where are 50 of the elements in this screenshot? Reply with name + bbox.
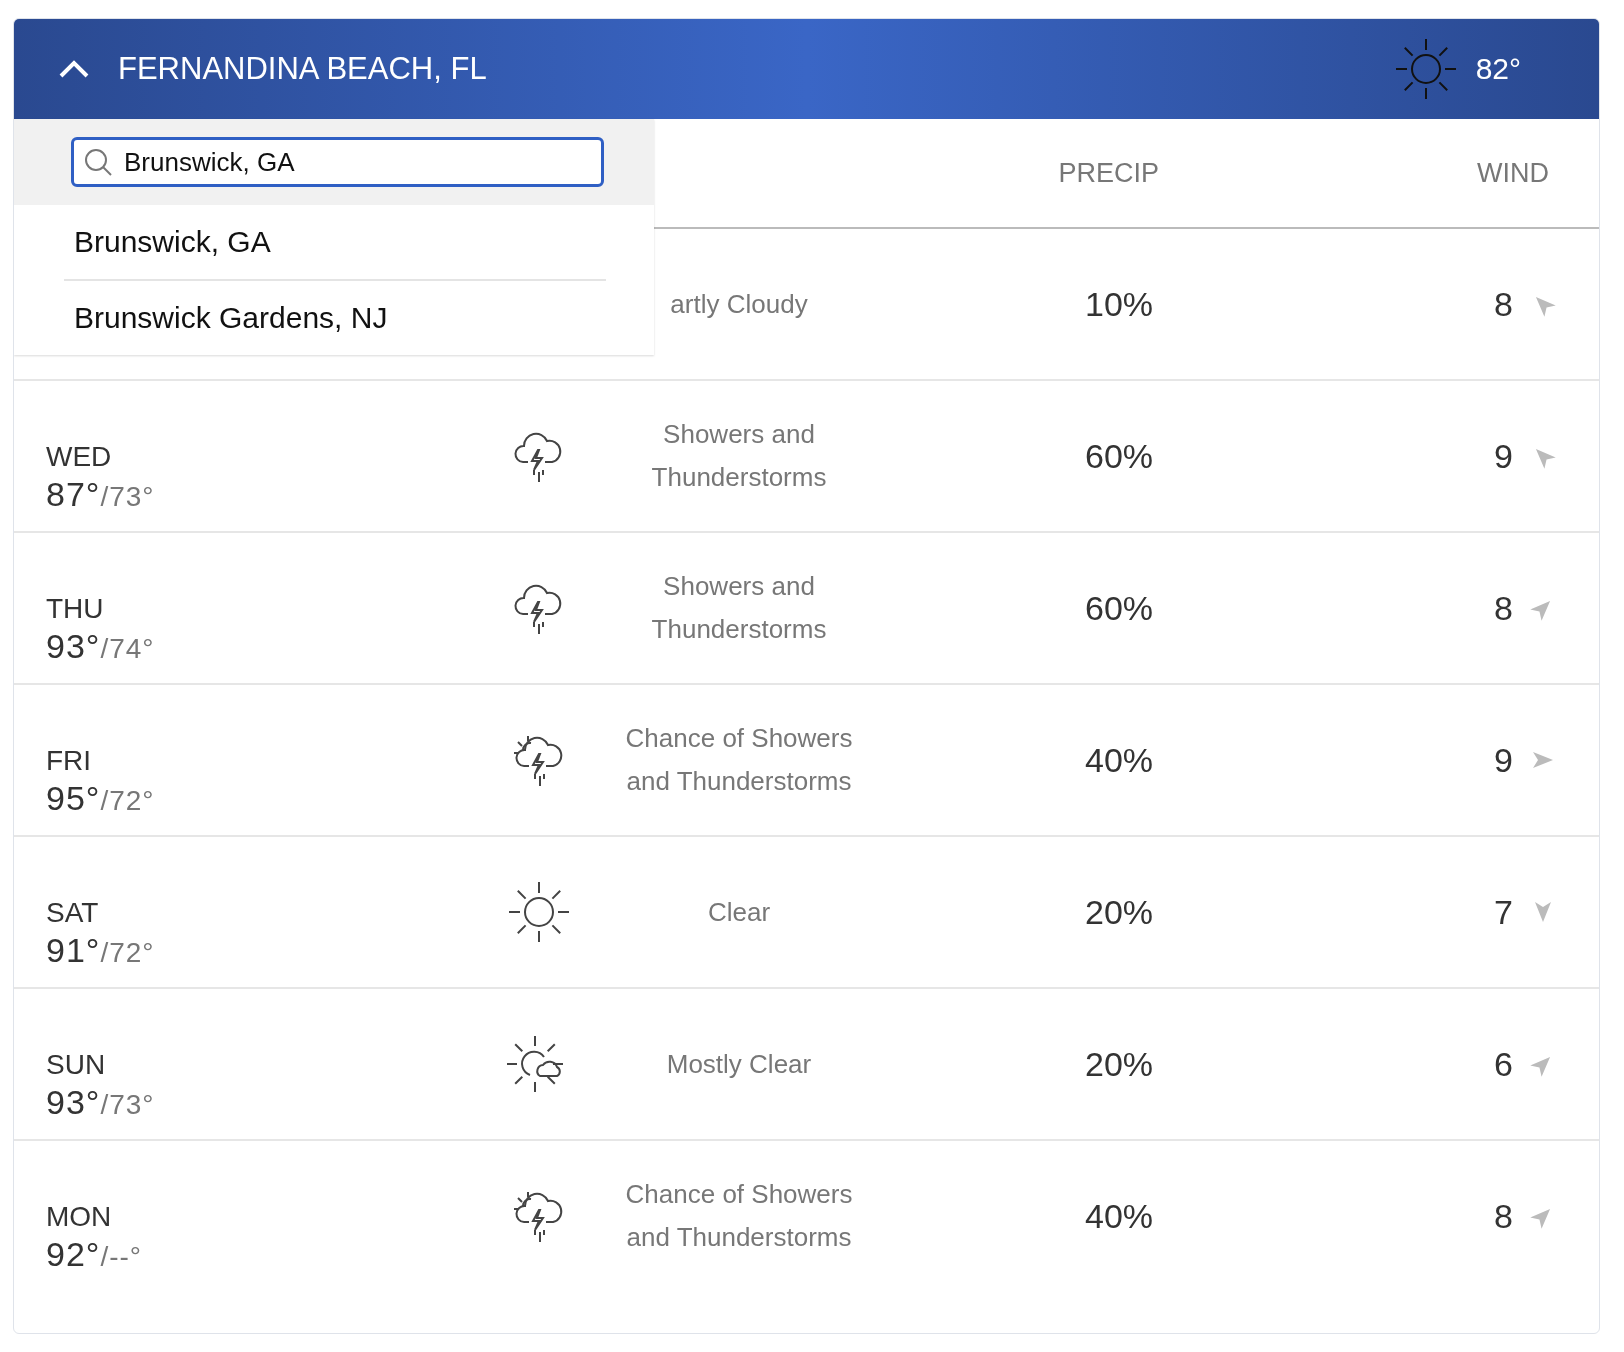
high-temperature: 91°	[46, 931, 101, 969]
current-temperature: 82°	[1475, 52, 1521, 86]
high-temperature: 87°	[46, 475, 101, 513]
low-temperature: /73°	[100, 481, 155, 512]
wind-speed: 9	[1494, 436, 1513, 476]
caret-icon[interactable]	[58, 59, 90, 79]
wind-speed: 8	[1494, 284, 1513, 324]
day-label: SUN	[46, 1049, 107, 1081]
low-temperature: /73°	[100, 1089, 155, 1120]
search-icon	[83, 147, 113, 177]
low-temperature: /72°	[100, 785, 155, 816]
condition-text: Showers and Thunderstorms	[650, 570, 828, 646]
condition-text: artly Cloudy	[669, 287, 809, 321]
day-label: WED	[46, 441, 113, 473]
precip-value: 10%	[1083, 284, 1155, 324]
wind-speed: 8	[1494, 588, 1513, 628]
precip-value: 60%	[1083, 436, 1155, 476]
high-temperature: 93°	[46, 627, 101, 665]
day-label: MON	[46, 1201, 113, 1233]
wind-speed: 6	[1494, 1044, 1513, 1084]
condition-text: Chance of Showers and Thunderstorms	[624, 722, 854, 798]
precip-value: 20%	[1083, 1044, 1155, 1084]
location-title: FERNANDINA BEACH, FL	[118, 51, 488, 87]
search-field[interactable]: Brunswick, GA	[71, 137, 604, 187]
wind-speed: 7	[1494, 892, 1513, 932]
day-label: FRI	[46, 745, 93, 777]
condition-text: Chance of Showers and Thunderstorms	[624, 1178, 854, 1254]
column-header: PRECIP	[1058, 157, 1159, 189]
condition-text: Showers and Thunderstorms	[650, 418, 828, 494]
suggestion-item[interactable]: Brunswick, GA	[64, 205, 606, 279]
day-label: THU	[46, 593, 105, 625]
column-header: WIND	[1477, 157, 1549, 189]
low-temperature: /74°	[100, 633, 155, 664]
wind-speed: 8	[1494, 1196, 1513, 1236]
precip-value: 60%	[1083, 588, 1155, 628]
sun-icon	[1393, 37, 1458, 101]
low-temperature: /--°	[100, 1241, 143, 1272]
low-temperature: /72°	[100, 937, 155, 968]
precip-value: 20%	[1083, 892, 1155, 932]
sun-icon	[507, 880, 571, 944]
precip-value: 40%	[1083, 740, 1155, 780]
high-temperature: 92°	[46, 1235, 101, 1273]
condition-text: Mostly Clear	[665, 1047, 813, 1081]
wind-speed: 9	[1494, 740, 1513, 780]
suggestion-item[interactable]: Brunswick Gardens, NJ	[64, 279, 606, 355]
condition-text: Clear	[706, 895, 772, 929]
day-label: SAT	[46, 897, 100, 929]
high-temperature: 93°	[46, 1083, 101, 1121]
high-temperature: 95°	[46, 779, 101, 817]
precip-value: 40%	[1083, 1196, 1155, 1236]
